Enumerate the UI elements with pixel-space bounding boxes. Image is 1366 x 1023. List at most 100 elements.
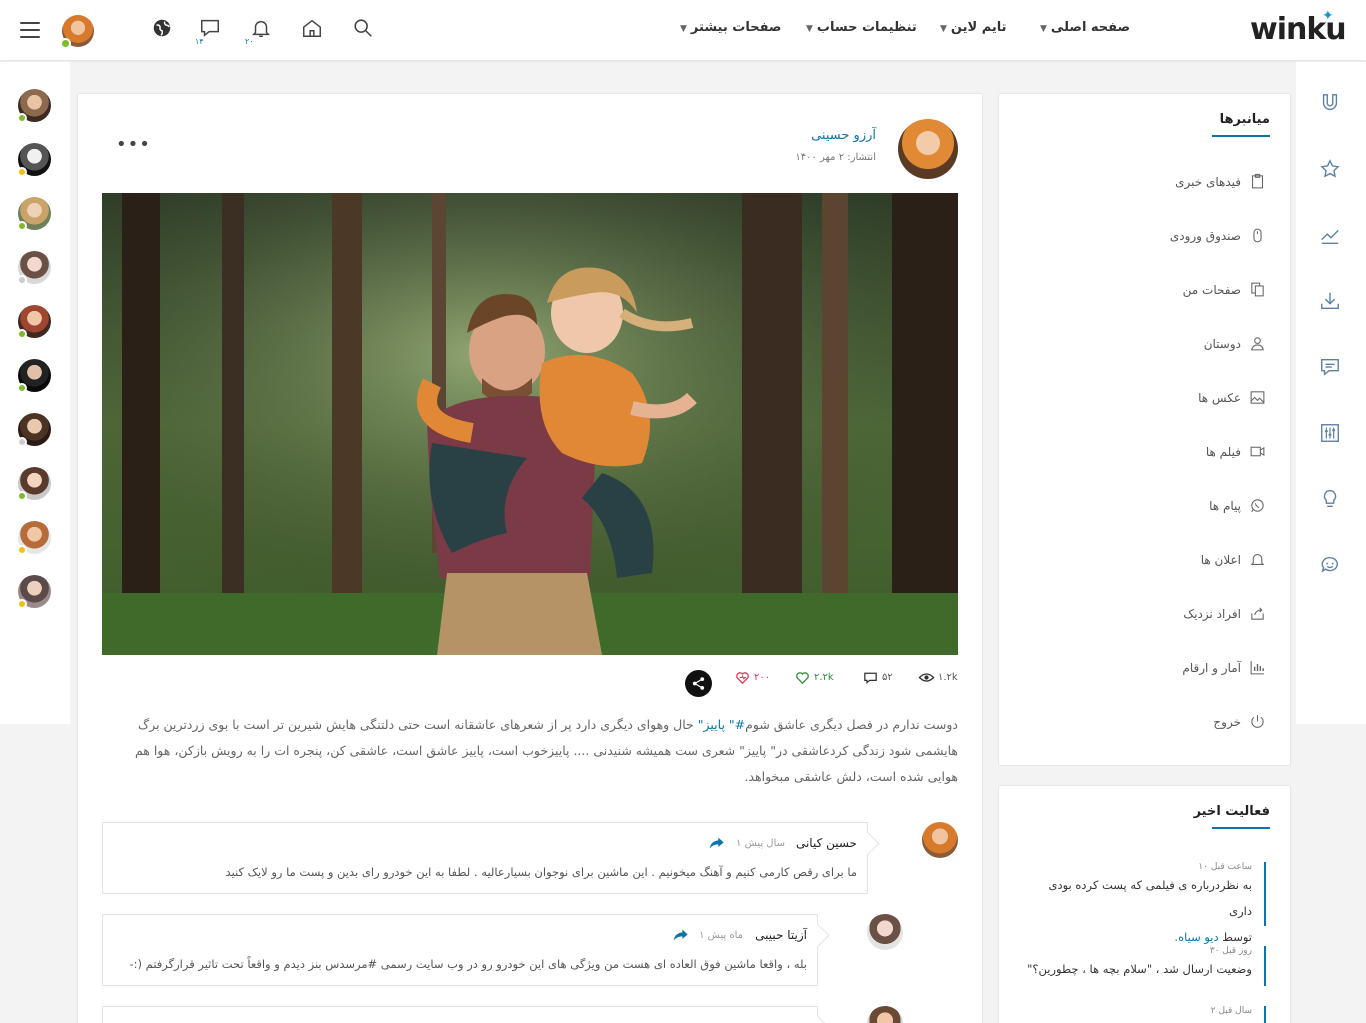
friend-avatar[interactable] bbox=[17, 197, 51, 231]
friend-avatar[interactable] bbox=[17, 143, 51, 177]
author-avatar[interactable] bbox=[898, 119, 958, 179]
chat-icon[interactable] bbox=[1319, 356, 1343, 380]
hashtag-link[interactable]: #" پاییز" bbox=[698, 717, 745, 732]
more-options-button[interactable]: ••• bbox=[116, 134, 151, 155]
reply-icon[interactable] bbox=[673, 928, 689, 942]
chevron-down-icon: ▼ bbox=[806, 24, 813, 34]
bar-chart-icon bbox=[1250, 661, 1264, 675]
shortcuts-panel: میانبرها فیدهای خبری صندوق ورودی صفحات م… bbox=[998, 93, 1291, 766]
online-status-dot bbox=[60, 38, 71, 49]
online-status-dot bbox=[17, 491, 27, 501]
search-icon[interactable] bbox=[352, 17, 376, 41]
equalizer-icon[interactable] bbox=[1319, 422, 1343, 446]
commenter-avatar[interactable] bbox=[867, 914, 903, 950]
shortcut-notifications[interactable]: اعلان ها bbox=[1201, 551, 1266, 568]
activity-item[interactable]: ۳۰ روز قبل وضعیت ارسال شد ، "سلام بچه ها… bbox=[1026, 946, 1266, 986]
author-name[interactable]: آرزو حسینی bbox=[811, 128, 876, 143]
post-card: آرزو حسینی انتشار: ۲ مهر ۱۴۰۰ ••• ۱.۲k ۵… bbox=[77, 93, 983, 1023]
friends-sidebar bbox=[0, 62, 70, 724]
commenter-avatar[interactable] bbox=[867, 1006, 903, 1023]
video-camera-icon bbox=[1250, 446, 1265, 457]
activity-user-link[interactable]: دیو سیاه. bbox=[1174, 930, 1218, 944]
shortcut-messages[interactable]: پیام ها bbox=[1209, 497, 1266, 514]
views-stat: ۱.۲k bbox=[918, 669, 958, 686]
bell-icon[interactable] bbox=[250, 17, 274, 41]
comments-stat[interactable]: ۵۲ bbox=[862, 669, 893, 686]
offline-status-dot bbox=[17, 275, 27, 285]
pages-icon bbox=[1251, 282, 1264, 297]
shortcut-my-pages[interactable]: صفحات من bbox=[1183, 281, 1266, 298]
comment bbox=[102, 1006, 818, 1023]
comment-icon bbox=[864, 672, 877, 684]
reply-icon[interactable] bbox=[709, 836, 725, 850]
shortcut-inbox[interactable]: صندوق ورودی bbox=[1170, 227, 1266, 244]
post-date: انتشار: ۲ مهر ۱۴۰۰ bbox=[795, 152, 876, 163]
chevron-down-icon: ▼ bbox=[1040, 24, 1047, 34]
commenter-name[interactable]: آزیتا حبیبی bbox=[755, 928, 807, 942]
commenter-name[interactable]: حسین کیانی bbox=[796, 836, 857, 850]
smiley-chat-icon[interactable] bbox=[1319, 554, 1343, 578]
friend-avatar[interactable] bbox=[17, 467, 51, 501]
offline-status-dot bbox=[17, 437, 27, 447]
shortcut-photos[interactable]: عکس ها bbox=[1198, 389, 1266, 406]
eye-icon bbox=[918, 673, 935, 682]
lightbulb-icon[interactable] bbox=[1319, 488, 1343, 512]
chevron-down-icon: ▼ bbox=[680, 24, 687, 34]
friend-avatar[interactable] bbox=[17, 413, 51, 447]
likes-stat[interactable]: ۲.۲k bbox=[794, 669, 834, 686]
menu-account-settings[interactable]: ▼ تنظیمات حساب bbox=[806, 20, 917, 35]
friend-avatar[interactable] bbox=[17, 359, 51, 393]
online-status-dot bbox=[17, 383, 27, 393]
menu-home[interactable]: ▼ صفحه اصلی bbox=[1040, 20, 1130, 35]
online-status-dot bbox=[17, 221, 27, 231]
magnet-icon[interactable] bbox=[1319, 92, 1343, 116]
commenter-avatar[interactable] bbox=[922, 822, 958, 858]
friend-avatar[interactable] bbox=[17, 521, 51, 555]
friend-avatar[interactable] bbox=[17, 305, 51, 339]
home-icon[interactable] bbox=[301, 17, 325, 41]
star-icon[interactable] bbox=[1319, 158, 1343, 182]
comment-text: بله ، واقعا ماشین فوق العاده ای هست من و… bbox=[129, 957, 807, 971]
menu-more-pages[interactable]: ▼ صفحات بیشتر bbox=[680, 20, 782, 35]
image-icon bbox=[1250, 391, 1265, 404]
user-avatar[interactable] bbox=[60, 15, 94, 49]
friend-avatar[interactable] bbox=[17, 89, 51, 123]
comment-time: ۱ ماه پیش bbox=[699, 930, 743, 941]
away-status-dot bbox=[17, 545, 27, 555]
logo[interactable]: winku ✦ bbox=[1250, 8, 1347, 47]
logo-accent-icon: ✦ bbox=[1322, 8, 1334, 24]
shortcut-videos[interactable]: فیلم ها bbox=[1206, 443, 1266, 460]
menu-timeline[interactable]: ▼ تایم لاین bbox=[940, 20, 1007, 35]
chevron-down-icon: ▼ bbox=[940, 24, 947, 34]
shortcut-statistics[interactable]: آمار و ارقام bbox=[1182, 659, 1266, 676]
whatsapp-icon bbox=[1251, 499, 1264, 513]
friend-avatar[interactable] bbox=[17, 575, 51, 609]
activity-item[interactable]: ۲ سال قبل bbox=[1026, 1006, 1266, 1023]
post-body: دوست ندارم در فصل دیگری عاشق شوم#" پاییز… bbox=[134, 717, 958, 784]
trending-icon[interactable] bbox=[1319, 224, 1343, 248]
bell-icon bbox=[1250, 554, 1265, 565]
globe-icon[interactable] bbox=[151, 17, 175, 41]
post-image[interactable] bbox=[102, 193, 958, 655]
share-out-icon bbox=[1251, 607, 1264, 620]
user-icon bbox=[1251, 337, 1264, 351]
notifications-badge: ۲۰ bbox=[245, 37, 254, 46]
clipboard-icon bbox=[1252, 173, 1263, 189]
broken-heart-icon bbox=[736, 672, 749, 685]
loves-stat[interactable]: ۲۰۰ bbox=[734, 669, 770, 686]
shortcut-people-nearby[interactable]: افراد نزدیک bbox=[1183, 605, 1266, 622]
recent-activity-panel: فعالیت اخیر ۱۰ ساعت قبل به نظردرباره ی ف… bbox=[998, 785, 1291, 1023]
share-button[interactable] bbox=[685, 670, 712, 697]
hamburger-menu-icon[interactable] bbox=[20, 22, 40, 38]
shortcut-logout[interactable]: خروج bbox=[1213, 713, 1266, 730]
recent-activity-title: فعالیت اخیر bbox=[1193, 804, 1271, 829]
power-icon bbox=[1251, 715, 1264, 728]
download-icon[interactable] bbox=[1319, 290, 1343, 314]
friend-avatar[interactable] bbox=[17, 251, 51, 285]
shortcut-news-feed[interactable]: فیدهای خبری bbox=[1175, 173, 1266, 190]
comment: حسین کیانی ۱ سال پیش ما برای رقص کارمی ک… bbox=[102, 822, 868, 894]
comment-time: ۱ سال پیش bbox=[736, 838, 785, 849]
away-status-dot bbox=[17, 167, 27, 177]
activity-item[interactable]: ۱۰ ساعت قبل به نظردرباره ی فیلمی که پست … bbox=[1026, 862, 1266, 944]
shortcut-friends[interactable]: دوستان bbox=[1204, 335, 1266, 352]
